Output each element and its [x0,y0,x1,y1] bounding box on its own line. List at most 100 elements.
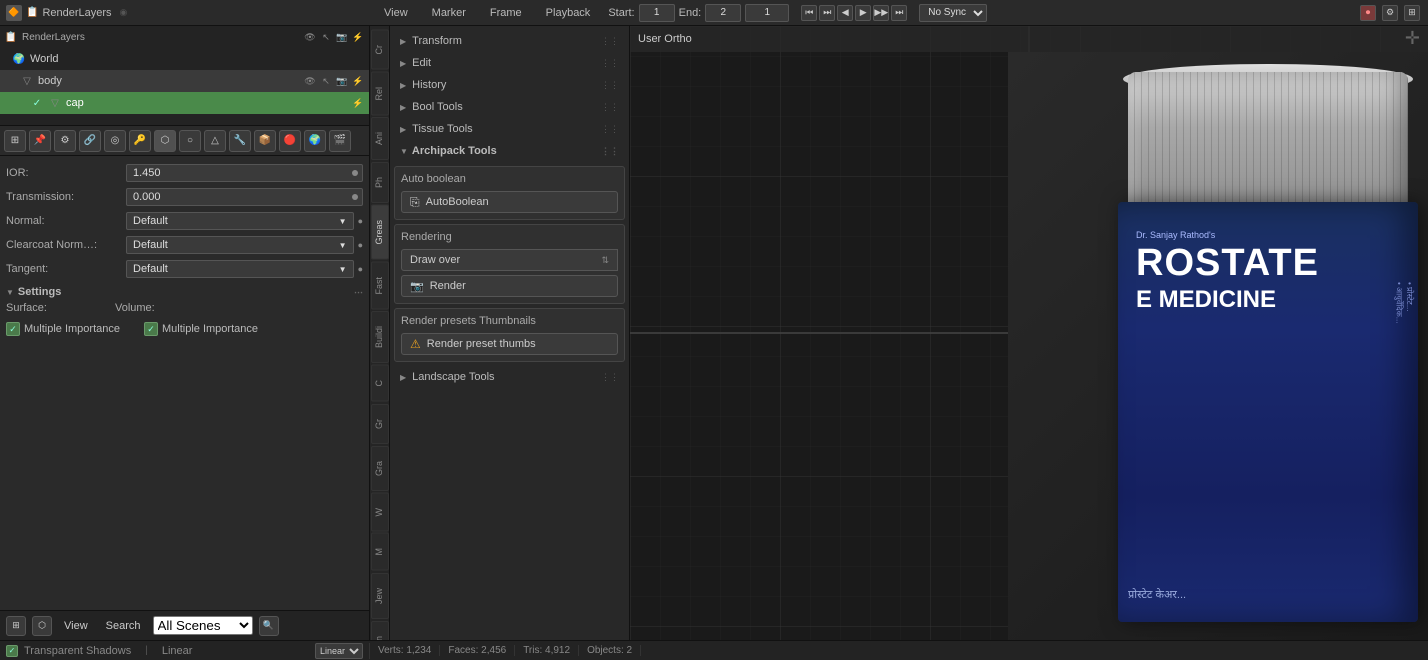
landscape-tools-item[interactable]: ▶ Landscape Tools ⋮⋮ [394,366,625,388]
side-tab-cr[interactable]: Cr [371,30,389,70]
side-tab-w[interactable]: W [371,493,389,532]
side-tab-m[interactable]: M [371,533,389,571]
menu-frame[interactable]: Frame [484,5,528,21]
transparent-shadows-checkbox[interactable]: ✓ [6,645,18,657]
keyframe-btn[interactable]: 🔑 [129,130,151,152]
render-preset-thumbs-button[interactable]: ⚠ Render preset thumbs [401,333,618,355]
body-cursor-btn[interactable]: ↖ [319,74,333,88]
render-btn-small[interactable]: 📷 [335,30,349,44]
menu-view[interactable]: View [378,5,414,21]
linear-dropdown[interactable]: Linear [315,643,363,659]
side-tab-rel[interactable]: Rel [371,72,389,116]
step-fwd-btn[interactable]: ▶▶ [873,5,889,21]
status-item-2: Faces: 2,456 [440,645,515,656]
add-modifier-btn[interactable]: ⊞ [4,130,26,152]
bool-tools-item[interactable]: ▶ Bool Tools ⋮⋮ [394,96,625,118]
selectable-btn[interactable]: ↖ [319,30,333,44]
settings-section-header[interactable]: ▼ Settings ⋯ [6,282,363,302]
bottom-view-menu[interactable]: View [58,618,94,634]
end-frame-input[interactable] [705,4,741,22]
frame-controls: Start: End: [608,4,789,22]
triangle-btn[interactable]: △ [204,130,226,152]
edit-drag-icon: ⋮⋮ [601,58,619,69]
driver-btn[interactable]: ◎ [104,130,126,152]
side-tab-greas[interactable]: Greas [371,205,389,260]
play-btn[interactable]: ▶ [855,5,871,21]
history-item[interactable]: ▶ History ⋮⋮ [394,74,625,96]
bottle-hindi-text: प्रोस्टेट केअर... [1128,587,1408,602]
body-render-btn[interactable]: 📷 [335,74,349,88]
multiple-importance-surface-checkbox[interactable]: ✓ [6,322,20,336]
bottle-cap [1128,72,1408,212]
auto-boolean-button[interactable]: ⎘ AutoBoolean [401,191,618,213]
side-tab-blen[interactable]: Blen [371,621,389,640]
start-frame-input[interactable] [639,4,675,22]
normal-select[interactable]: Default ▼ [126,212,354,230]
side-tab-gr[interactable]: Gr [371,404,389,444]
top-bar: 🔶 📋 RenderLayers ◉ View Marker Frame Pla… [0,0,1428,26]
scene-btn[interactable]: 🎬 [329,130,351,152]
landscape-tools-arrow-icon: ▶ [400,373,406,382]
side-tab-jew[interactable]: Jew [371,573,389,619]
all-scenes-select[interactable]: All Scenes [153,616,253,635]
transmission-value[interactable]: 0.000 [126,188,363,206]
side-tab-ph[interactable]: Ph [371,162,389,203]
bottom-search-menu[interactable]: Search [100,618,147,634]
prev-frame-btn[interactable]: ⏭ [819,5,835,21]
draw-over-label: Draw over [410,254,460,266]
outliner-row-cap[interactable]: ✓ ▽ cap ⚡ [0,92,369,114]
tissue-tools-item[interactable]: ▶ Tissue Tools ⋮⋮ [394,118,625,140]
outliner-row-body[interactable]: ▽ body 👁 ↖ 📷 ⚡ [0,70,369,92]
transform-item[interactable]: ▶ Transform ⋮⋮ [394,30,625,52]
record-btn[interactable]: ⏺ [1360,5,1376,21]
world-btn[interactable]: 🌍 [304,130,326,152]
menu-marker[interactable]: Marker [426,5,472,21]
object-btn[interactable]: 📦 [254,130,276,152]
draw-over-select[interactable]: Draw over ⇅ [401,249,618,271]
transparent-shadows-label: Transparent Shadows [24,645,131,657]
active-tab-btn[interactable]: ⬡ [154,130,176,152]
tangent-select[interactable]: Default ▼ [126,260,354,278]
body-filter-btn[interactable]: ⚡ [351,74,365,88]
link-btn[interactable]: 🔗 [79,130,101,152]
archipack-header[interactable]: ▼ Archipack Tools ⋮⋮ [394,140,625,162]
render-button[interactable]: 📷 Render [401,275,618,297]
cap-filter-btn[interactable]: ⚡ [351,96,365,110]
viewport[interactable]: User Ortho ✛ [630,26,1428,640]
current-frame-input[interactable] [745,4,789,22]
pin-btn[interactable]: 📌 [29,130,51,152]
settings-dots-icon: ⋯ [354,287,363,298]
jump-end-btn[interactable]: ⏭ [891,5,907,21]
filter-btn[interactable]: ⚡ [351,30,365,44]
side-tab-gra[interactable]: Gra [371,446,389,491]
renderlayers-icon: 📋 [4,30,18,44]
bottom-mode-btn[interactable]: ⊞ [6,616,26,636]
constraint-btn[interactable]: 🔧 [229,130,251,152]
jump-start-btn[interactable]: ⏮ [801,5,817,21]
edit-item[interactable]: ▶ Edit ⋮⋮ [394,52,625,74]
step-back-btn[interactable]: ◀ [837,5,853,21]
side-tab-buildi[interactable]: Buildi [371,311,389,363]
transmission-row: Transmission: 0.000 [6,186,363,208]
expand-btn[interactable]: ⊞ [1404,5,1420,21]
ior-value[interactable]: 1.450 [126,164,363,182]
search-input-btn[interactable]: 🔍 [259,616,279,636]
side-tab-c[interactable]: C [371,365,389,402]
settings-btn[interactable]: ⚙ [1382,5,1398,21]
menu-playback[interactable]: Playback [540,5,597,21]
cap-filter-icon: ⚡ [352,98,363,109]
linear-select-btn[interactable]: Linear [315,643,363,659]
body-eye-btn[interactable]: 👁 [303,74,317,88]
side-tab-ani[interactable]: Ani [371,117,389,160]
tangent-label: Tangent: [6,263,126,275]
visibility-btn[interactable]: 👁 [303,30,317,44]
multiple-importance-volume-checkbox[interactable]: ✓ [144,322,158,336]
circle-btn[interactable]: ○ [179,130,201,152]
side-tab-fast[interactable]: Fast [371,262,389,310]
filter-props-btn[interactable]: ⚙ [54,130,76,152]
world-icon: 🌍 [12,52,26,66]
nosync-select[interactable]: No Sync [919,4,987,22]
shader-btn[interactable]: 🔴 [279,130,301,152]
clearcoat-select[interactable]: Default ▼ [126,236,354,254]
bottom-icon1-btn[interactable]: ⬡ [32,616,52,636]
